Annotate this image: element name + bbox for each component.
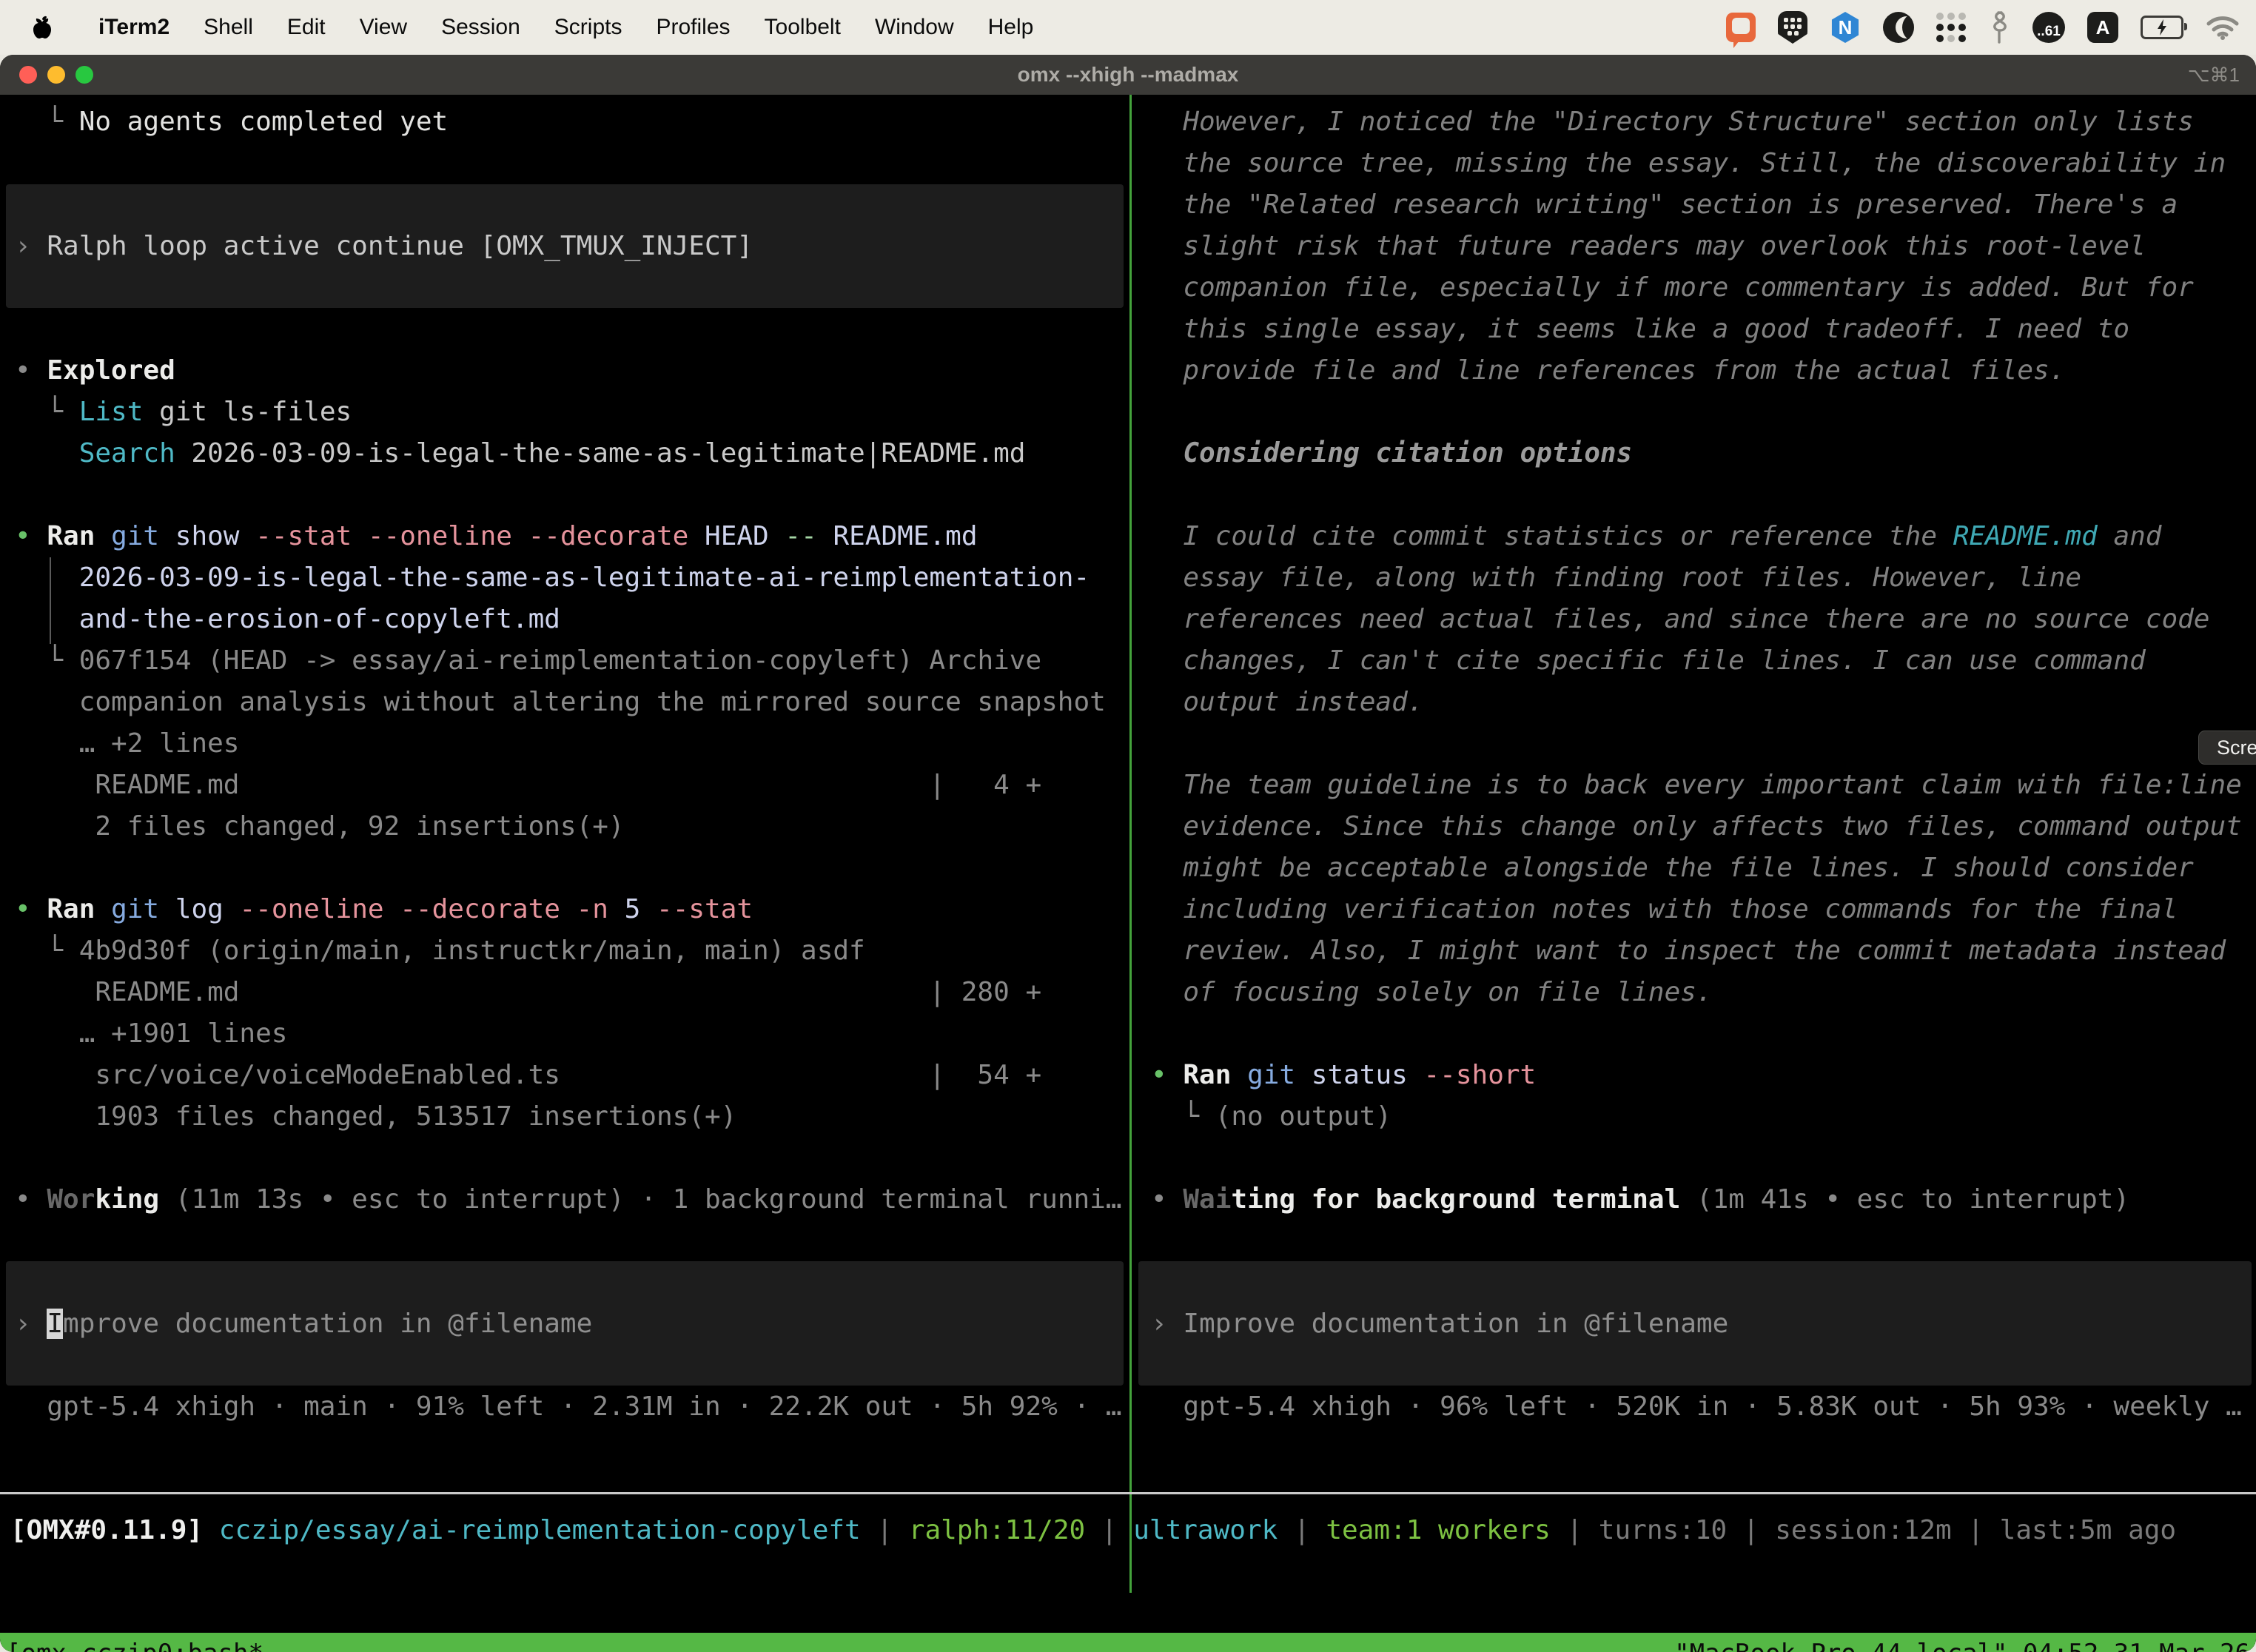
window-title: omx --xhigh --madmax: [0, 63, 2256, 87]
thinking-text: this single essay, it seems like a good …: [1151, 309, 2253, 350]
git-show-output: companion analysis without altering the …: [15, 682, 1127, 723]
thinking-text: might be acceptable alongside the file l…: [1151, 847, 2253, 889]
git-show-output: … +2 lines: [15, 723, 1127, 765]
tmux-status-bar: [omx-cczip0:bash* "MacBook-Pro-44.local"…: [0, 1633, 2256, 1652]
menu-item-help[interactable]: Help: [971, 15, 1051, 40]
model-status-line: gpt-5.4 xhigh · main · 91% left · 2.31M …: [15, 1386, 1127, 1428]
omx-status-line: [OMX#0.11.9] cczip/essay/ai-reimplementa…: [10, 1510, 2256, 1551]
menu-item-view[interactable]: View: [343, 15, 424, 40]
thinking-text: companion file, especially if more comme…: [1151, 267, 2253, 309]
explored-header: • Explored: [15, 350, 1127, 392]
screen-tooltip-label: Scre: [2217, 736, 2256, 759]
thinking-text: The team guideline is to back every impo…: [1151, 765, 2253, 806]
dots-grid-icon[interactable]: [1936, 13, 1966, 42]
explored-search-line: Search 2026-03-09-is-legal-the-same-as-l…: [15, 433, 1127, 474]
waiting-status-line: • Waiting for background terminal (1m 41…: [1151, 1179, 2253, 1220]
tmux-host-clock-label: "MacBook-Pro-44.local" 04:52 31-Mar-26: [1674, 1639, 2250, 1652]
menu-item-session[interactable]: Session: [424, 15, 537, 40]
git-log-output: └ 4b9d30f (origin/main, instructkr/main,…: [15, 930, 1127, 972]
agents-status-line: └ No agents completed yet: [15, 101, 1127, 143]
model-status-line: gpt-5.4 xhigh · 96% left · 520K in · 5.8…: [1151, 1386, 2253, 1428]
ran-git-show-command: • Ran git show --stat --oneline --decora…: [15, 516, 1127, 557]
git-log-output: … +1901 lines: [15, 1013, 1127, 1055]
git-show-output: 2 files changed, 92 insertions(+): [15, 806, 1127, 847]
prompt-input-line: › Improve documentation in @filename: [15, 1303, 1127, 1345]
thinking-text: essay file, along with finding root file…: [1151, 557, 2253, 599]
window-title-bar[interactable]: omx --xhigh --madmax ⌥⌘1: [0, 55, 2256, 95]
thinking-text: review. Also, I might want to inspect th…: [1151, 930, 2253, 972]
git-log-output: README.md | 280 +: [15, 972, 1127, 1013]
prompt-input-line: › Improve documentation in @filename: [1151, 1303, 2253, 1345]
percent-circle-icon[interactable]: ..61: [2032, 12, 2065, 43]
explored-list-line: └ List git ls-files: [15, 392, 1127, 433]
tmux-session-label: [omx-cczip0:bash*: [6, 1639, 263, 1652]
menu-item-window[interactable]: Window: [858, 15, 971, 40]
thinking-text: including verification notes with those …: [1151, 889, 2253, 930]
shield-keys-icon[interactable]: [1778, 11, 1807, 44]
command-arg-wrap: 2026-03-09-is-legal-the-same-as-legitima…: [15, 557, 1127, 599]
right-terminal-pane[interactable]: However, I noticed the "Directory Struct…: [1132, 95, 2256, 1452]
menu-status-icons: N ..61 A: [1726, 10, 2256, 44]
menu-item-shell[interactable]: Shell: [187, 15, 270, 40]
thinking-text: I could cite commit statistics or refere…: [1151, 516, 2253, 557]
tab-shortcut-label: ⌥⌘1: [2188, 64, 2240, 87]
ran-git-log-command: • Ran git log --oneline --decorate -n 5 …: [15, 889, 1127, 930]
thinking-text: changes, I can't cite specific file line…: [1151, 640, 2253, 682]
crescent-icon[interactable]: [1883, 12, 1914, 43]
ralph-loop-input-line: › Ralph loop active continue [OMX_TMUX_I…: [15, 226, 1127, 267]
screen-tooltip-button[interactable]: Scre: [2198, 731, 2256, 765]
left-terminal-pane[interactable]: └ No agents completed yet › Ralph loop ac…: [0, 95, 1129, 1452]
menu-item-iterm2[interactable]: iTerm2: [81, 15, 187, 40]
apple-menu-icon[interactable]: [33, 16, 52, 39]
git-show-output: └ 067f154 (HEAD -> essay/ai-reimplementa…: [15, 640, 1127, 682]
thinking-text: references need actual files, and since …: [1151, 599, 2253, 640]
thinking-text: of focusing solely on file lines.: [1151, 972, 2253, 1013]
chat-app-icon[interactable]: [1726, 13, 1756, 42]
thinking-text: the "Related research writing" section i…: [1151, 184, 2253, 226]
git-show-output: README.md | 4 +: [15, 765, 1127, 806]
blue-bolt-icon[interactable]: N: [1830, 12, 1861, 43]
git-status-output: └ (no output): [1151, 1096, 2253, 1138]
menu-bar: iTerm2ShellEditViewSessionScriptsProfile…: [0, 0, 2256, 55]
git-log-output: 1903 files changed, 513517 insertions(+): [15, 1096, 1127, 1138]
thinking-text: slight risk that future readers may over…: [1151, 226, 2253, 267]
terminal-area[interactable]: └ No agents completed yet › Ralph loop ac…: [0, 95, 2256, 1652]
iterm-window: omx --xhigh --madmax ⌥⌘1 └ No agents com…: [0, 55, 2256, 1652]
menu-item-profiles[interactable]: Profiles: [639, 15, 747, 40]
pane-divider[interactable]: [1129, 95, 1132, 1593]
menu-item-scripts[interactable]: Scripts: [537, 15, 639, 40]
command-arg-wrap: and-the-erosion-of-copyleft.md: [15, 599, 1127, 640]
menu-items: iTerm2ShellEditViewSessionScriptsProfile…: [81, 15, 1050, 40]
thinking-text: provide file and line references from th…: [1151, 350, 2253, 392]
git-log-output: src/voice/voiceModeEnabled.ts | 54 +: [15, 1055, 1127, 1096]
thinking-text: evidence. Since this change only affects…: [1151, 806, 2253, 847]
battery-icon[interactable]: [2141, 16, 2183, 39]
menu-item-toolbelt[interactable]: Toolbelt: [748, 15, 858, 40]
squiggle-icon[interactable]: [1988, 10, 2010, 44]
wifi-icon[interactable]: [2206, 15, 2240, 40]
working-status-line: • Working (11m 13s • esc to interrupt) ·…: [15, 1179, 1127, 1220]
ran-git-status-command: • Ran git status --short: [1151, 1055, 2253, 1096]
status-separator-line: [0, 1492, 2256, 1494]
thinking-text: output instead.: [1151, 682, 2253, 723]
a-app-icon[interactable]: A: [2087, 12, 2118, 43]
menu-item-edit[interactable]: Edit: [270, 15, 343, 40]
thinking-text: the source tree, missing the essay. Stil…: [1151, 143, 2253, 184]
thinking-heading: Considering citation options: [1151, 433, 2253, 474]
thinking-text: However, I noticed the "Directory Struct…: [1151, 101, 2253, 143]
